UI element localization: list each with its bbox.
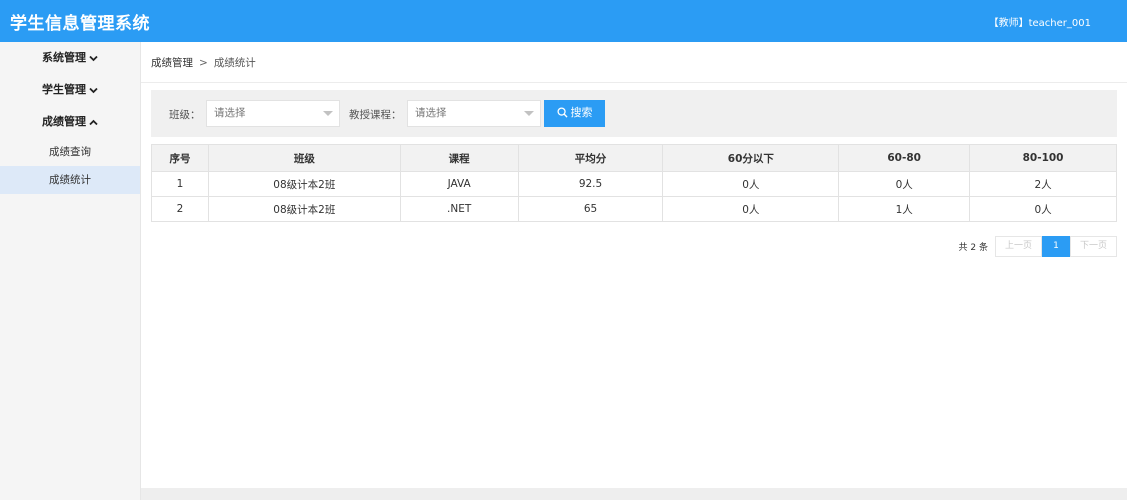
sidebar-item-grade-query[interactable]: 成绩查询: [0, 138, 140, 166]
menu-group-label: 学生管理: [42, 83, 86, 96]
menu-group-student[interactable]: 学生管理: [0, 74, 140, 106]
footer-bar: [141, 488, 1127, 500]
table-cell: JAVA: [400, 172, 518, 197]
table-header-row: 序号 班级 课程 平均分 60分以下 60-80 80-100: [152, 145, 1117, 172]
course-select[interactable]: 请选择: [407, 100, 541, 127]
table-cell: 65: [518, 197, 663, 222]
table-row: 2 08级计本2班 .NET 65 0人 1人 0人: [152, 197, 1117, 222]
menu-group-system[interactable]: 系统管理: [0, 42, 140, 74]
table-cell: 2人: [970, 172, 1117, 197]
total-count: 共 2 条: [959, 240, 988, 253]
column-header: 课程: [400, 145, 518, 172]
statistics-table: 序号 班级 课程 平均分 60分以下 60-80 80-100 1 08级计本2…: [151, 144, 1117, 222]
sidebar: 系统管理 学生管理 成绩管理 成绩查询 成绩统计: [0, 42, 141, 500]
breadcrumb-separator: >: [199, 57, 208, 69]
chevron-down-icon: [88, 74, 98, 106]
menu-group-grade[interactable]: 成绩管理: [0, 106, 140, 138]
current-user[interactable]: 【教师】teacher_001: [989, 14, 1091, 29]
course-label: 教授课程：: [349, 107, 402, 122]
table-cell: 1: [152, 172, 209, 197]
table-cell: .NET: [400, 197, 518, 222]
table-cell: 2: [152, 197, 209, 222]
search-button[interactable]: 搜索: [544, 100, 605, 127]
sidebar-item-grade-statistics[interactable]: 成绩统计: [0, 166, 140, 194]
column-header: 60-80: [839, 145, 970, 172]
breadcrumb-current: 成绩统计: [214, 57, 256, 69]
table-row: 1 08级计本2班 JAVA 92.5 0人 0人 2人: [152, 172, 1117, 197]
column-header: 班级: [208, 145, 400, 172]
table-cell: 0人: [839, 172, 970, 197]
search-button-label: 搜索: [571, 107, 593, 119]
table-cell: 08级计本2班: [208, 172, 400, 197]
column-header: 80-100: [970, 145, 1117, 172]
pagination: 共 2 条 上一页 1 下一页: [959, 236, 1117, 257]
class-select-value: 请选择: [214, 107, 246, 119]
search-icon: [557, 107, 568, 118]
table-cell: 0人: [970, 197, 1117, 222]
breadcrumb: 成绩管理 > 成绩统计: [151, 55, 256, 70]
breadcrumb-parent[interactable]: 成绩管理: [151, 57, 193, 69]
top-header: 学生信息管理系统 【教师】teacher_001: [0, 0, 1127, 42]
table-cell: 08级计本2班: [208, 197, 400, 222]
table-cell: 0人: [663, 197, 839, 222]
table-cell: 92.5: [518, 172, 663, 197]
class-select[interactable]: 请选择: [206, 100, 340, 127]
chevron-up-icon: [88, 106, 98, 138]
caret-down-icon: [524, 111, 534, 116]
app-title: 学生信息管理系统: [10, 9, 150, 34]
column-header: 平均分: [518, 145, 663, 172]
table-cell: 1人: [839, 197, 970, 222]
column-header: 序号: [152, 145, 209, 172]
class-label: 班级：: [169, 107, 201, 122]
course-select-value: 请选择: [415, 107, 447, 119]
caret-down-icon: [323, 111, 333, 116]
prev-page-button[interactable]: 上一页: [995, 236, 1042, 257]
page-number-current[interactable]: 1: [1042, 236, 1070, 257]
table-cell: 0人: [663, 172, 839, 197]
menu-group-label: 成绩管理: [42, 115, 86, 128]
chevron-down-icon: [88, 42, 98, 74]
menu-group-label: 系统管理: [42, 51, 86, 64]
column-header: 60分以下: [663, 145, 839, 172]
divider: [141, 82, 1127, 83]
next-page-button[interactable]: 下一页: [1070, 236, 1117, 257]
filter-bar: 班级： 请选择 教授课程： 请选择 搜索: [151, 90, 1117, 137]
